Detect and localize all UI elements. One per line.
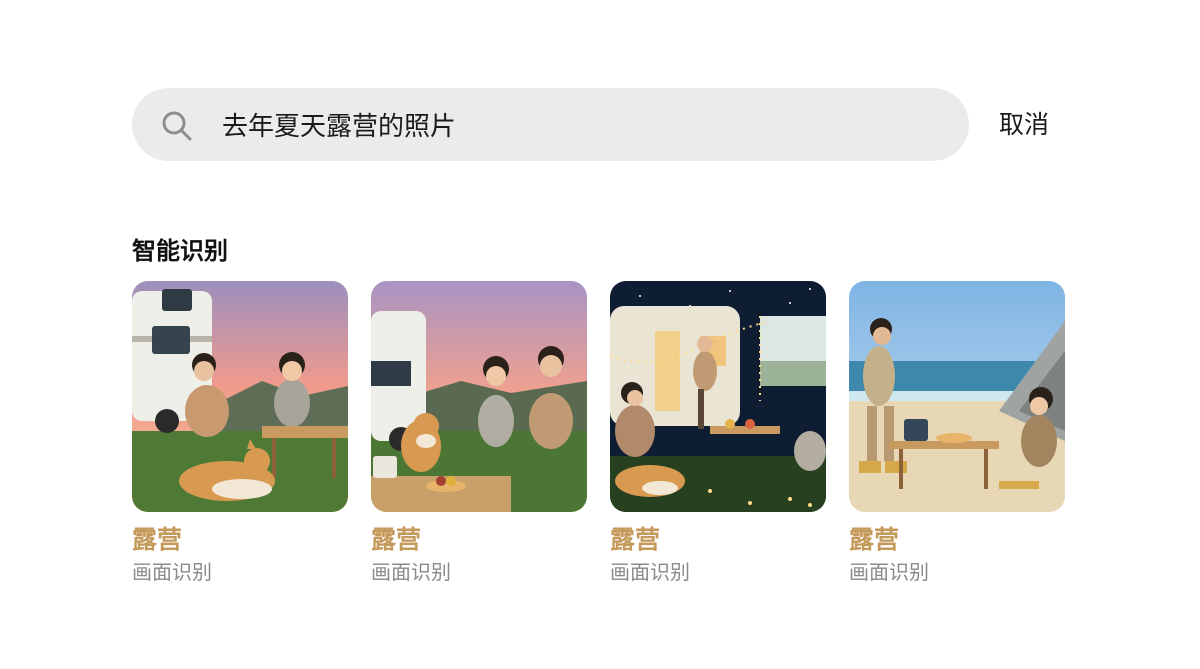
- result-thumbnail[interactable]: [132, 281, 348, 512]
- cancel-button[interactable]: 取消: [999, 106, 1049, 144]
- result-thumbnail[interactable]: [849, 281, 1065, 512]
- result-thumbnail[interactable]: [610, 281, 826, 512]
- result-subtitle: 画面识别: [132, 560, 212, 584]
- result-subtitle: 画面识别: [371, 560, 451, 584]
- result-title: 露营: [371, 525, 422, 554]
- result-title: 露营: [849, 525, 900, 554]
- result-title: 露营: [132, 525, 183, 554]
- result-title: 露营: [610, 525, 661, 554]
- search-bar[interactable]: [132, 88, 969, 161]
- result-card[interactable]: 露营 画面识别: [610, 281, 826, 586]
- result-thumbnail[interactable]: [371, 281, 587, 512]
- result-card[interactable]: 露营 画面识别: [849, 281, 1065, 586]
- search-input[interactable]: [222, 88, 922, 161]
- result-card[interactable]: 露营 画面识别: [371, 281, 587, 586]
- result-subtitle: 画面识别: [610, 560, 690, 584]
- search-icon: [162, 111, 192, 141]
- result-subtitle: 画面识别: [849, 560, 929, 584]
- result-card[interactable]: 露营 画面识别: [132, 281, 348, 586]
- section-title: 智能识别: [132, 237, 228, 265]
